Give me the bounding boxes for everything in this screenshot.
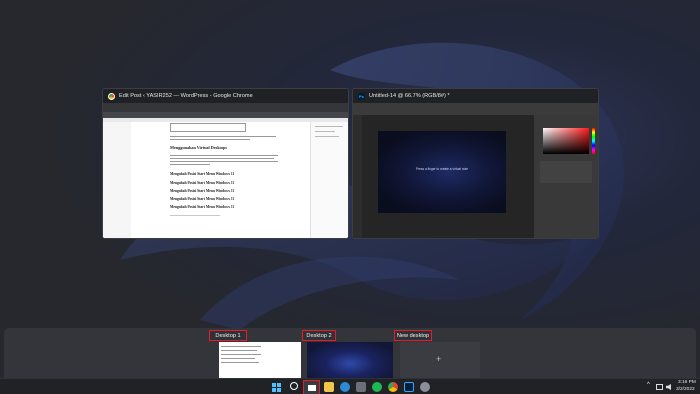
post-subheading: Mengubah Posisi Start Menu Windows 11 <box>170 189 235 193</box>
swatches-panel <box>540 161 592 183</box>
desktop-2-thumbnail[interactable] <box>307 342 393 378</box>
window-thumbnail-chrome[interactable]: Edit Post ‹ YASIR252 — WordPress - Googl… <box>102 88 349 239</box>
post-subheading: Mengubah Posisi Start Menu Windows 11 <box>170 205 235 209</box>
edge-icon[interactable] <box>340 382 350 392</box>
photoshop-icon[interactable] <box>404 382 414 392</box>
chrome-icon[interactable] <box>388 382 398 392</box>
post-subheading: Mengubah Posisi Start Menu Windows 11 <box>170 197 235 201</box>
window-thumbnail-photoshop[interactable]: Ps Untitled-14 @ 66.7% (RGB/8#) * Press … <box>352 88 599 239</box>
search-icon[interactable] <box>290 382 298 390</box>
paragraph-line <box>170 136 276 137</box>
color-picker <box>543 128 589 154</box>
taskbar: ^ 3:16 PM 3/2/2022 <box>0 378 700 394</box>
post-heading: Menggunakan Virtual Desktops <box>170 145 228 150</box>
paragraph-line <box>170 161 278 162</box>
browser-tab-strip <box>103 103 348 112</box>
photoshop-toolbar <box>353 115 362 238</box>
photoshop-options-bar <box>353 103 598 115</box>
clock-date[interactable]: 3/2/2022 <box>676 387 695 392</box>
desktop-1-thumbnail[interactable] <box>219 342 301 378</box>
post-subheading: Mengubah Posisi Start Menu Windows 11 <box>170 172 235 176</box>
photoshop-canvas: Press a finger to create a virtual note <box>378 131 506 213</box>
desktop-1-label[interactable]: Desktop 1 <box>209 330 247 341</box>
wordpress-left-panel <box>103 122 131 238</box>
window-title: Edit Post ‹ YASIR252 — WordPress - Googl… <box>119 93 253 99</box>
desktop-2-label[interactable]: Desktop 2 <box>302 330 336 341</box>
network-icon[interactable] <box>656 384 663 390</box>
photoshop-icon: Ps <box>358 92 365 100</box>
spotify-icon[interactable] <box>372 382 382 392</box>
photoshop-panels <box>534 115 598 238</box>
window-title-bar: Ps Untitled-14 @ 66.7% (RGB/8#) * <box>353 89 598 103</box>
paragraph-line <box>170 215 220 216</box>
post-subheading: Mengubah Posisi Start Menu Windows 11 <box>170 181 235 185</box>
add-desktop-icon[interactable]: + <box>436 354 441 364</box>
window-title-bar: Edit Post ‹ YASIR252 — WordPress - Googl… <box>103 89 348 103</box>
file-explorer-icon[interactable] <box>324 382 334 392</box>
paragraph-line <box>170 139 250 140</box>
paragraph-line <box>170 164 210 165</box>
new-desktop-label[interactable]: New desktop <box>394 330 432 341</box>
tray-chevron-icon[interactable]: ^ <box>647 382 650 388</box>
window-title: Untitled-14 @ 66.7% (RGB/8#) * <box>369 93 450 99</box>
store-icon[interactable] <box>356 382 366 392</box>
paragraph-line <box>170 158 274 159</box>
chrome-icon <box>108 92 115 100</box>
volume-icon[interactable] <box>666 384 671 390</box>
settings-icon[interactable] <box>420 382 430 392</box>
wordpress-settings-sidebar <box>310 122 348 238</box>
hue-slider <box>592 128 595 154</box>
clock-time[interactable]: 3:16 PM <box>678 380 696 385</box>
block-toolbar <box>170 123 246 132</box>
canvas-text: Press a finger to create a virtual note <box>415 167 469 171</box>
start-icon[interactable] <box>272 383 282 393</box>
task-view-icon[interactable] <box>303 380 320 394</box>
paragraph-line <box>170 155 278 156</box>
